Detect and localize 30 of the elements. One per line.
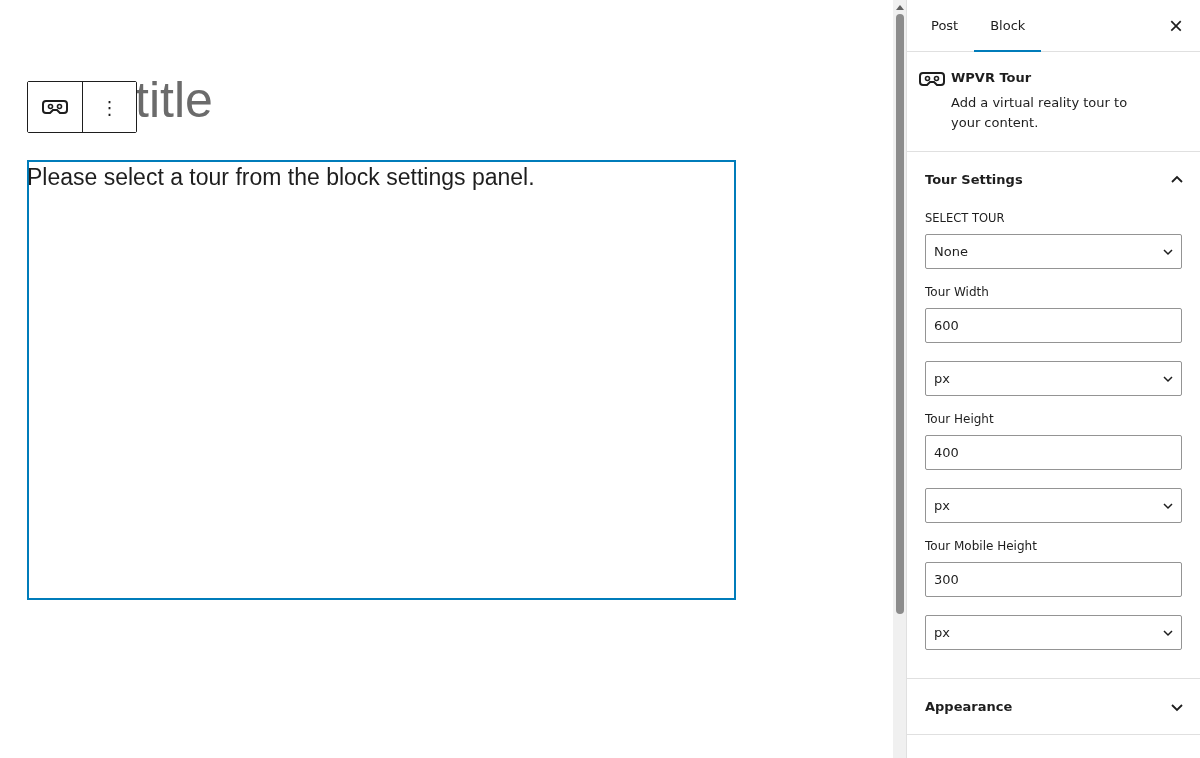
caret-icon bbox=[1163, 500, 1173, 511]
select-field[interactable]: px bbox=[925, 361, 1182, 396]
input-field[interactable]: 600 bbox=[925, 308, 1182, 343]
vr-headset-icon bbox=[919, 70, 945, 88]
scroll-up-icon[interactable] bbox=[895, 4, 904, 10]
sidebar-tab[interactable]: Block bbox=[974, 0, 1042, 52]
close-button[interactable]: × bbox=[1152, 0, 1200, 51]
post-title[interactable]: title bbox=[135, 60, 213, 140]
select-field[interactable]: None bbox=[925, 234, 1182, 269]
select-field[interactable]: px bbox=[925, 488, 1182, 523]
panel-header[interactable]: Appearance bbox=[907, 679, 1200, 734]
caret-icon bbox=[1163, 627, 1173, 638]
field-label: Tour Height bbox=[925, 412, 995, 426]
options-button[interactable]: ⋮ bbox=[82, 82, 136, 132]
select-field[interactable]: px bbox=[925, 615, 1182, 650]
scrollbar-thumb[interactable] bbox=[895, 14, 904, 614]
panel-header[interactable]: Tour Settings bbox=[907, 152, 1200, 207]
vr-headset-icon bbox=[42, 98, 68, 116]
input-field[interactable]: 300 bbox=[925, 562, 1182, 597]
field-label: SELECT TOUR bbox=[925, 211, 1006, 225]
placeholder-message: Please select a tour from the block settings panel. bbox=[27, 164, 536, 191]
caret-icon bbox=[1163, 373, 1173, 384]
tour-block[interactable]: Please select a tour from the block settings panel. bbox=[27, 160, 736, 600]
block-title: WPVR Tour bbox=[951, 70, 1033, 85]
caret-icon bbox=[1163, 246, 1173, 257]
input-field[interactable]: 400 bbox=[925, 435, 1182, 470]
sidebar-tab[interactable]: Post bbox=[915, 0, 975, 52]
field-label: Tour Mobile Height bbox=[925, 539, 1038, 553]
block-description: Add a virtual reality tour to your content. bbox=[951, 94, 1129, 132]
field-label: Tour Width bbox=[925, 285, 990, 299]
